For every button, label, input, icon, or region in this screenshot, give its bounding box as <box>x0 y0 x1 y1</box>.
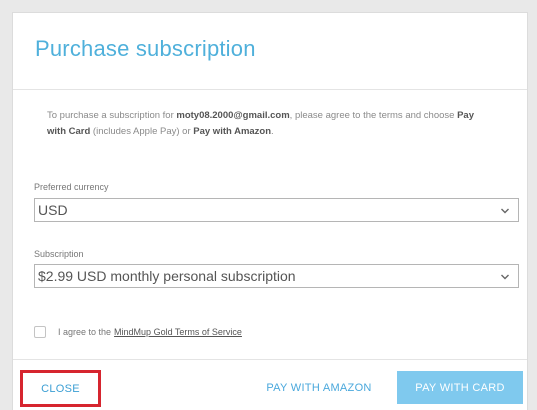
footer-divider <box>13 359 527 360</box>
chevron-down-icon <box>501 208 509 214</box>
terms-of-service-link[interactable]: MindMup Gold Terms of Service <box>114 327 242 337</box>
intro-part-1: To purchase a subscription for <box>47 110 177 121</box>
pay-with-card-button[interactable]: PAY WITH CARD <box>397 371 523 404</box>
intro-pay-amazon: Pay with Amazon <box>193 126 272 137</box>
intro-part-3: (includes Apple Pay) or <box>90 126 194 137</box>
subscription-value: $2.99 USD monthly personal subscription <box>38 268 296 284</box>
currency-select[interactable]: USD <box>34 198 519 222</box>
terms-agreement-row: I agree to the MindMup Gold Terms of Ser… <box>34 326 242 338</box>
currency-value: USD <box>38 202 68 218</box>
dialog-title: Purchase subscription <box>35 36 256 61</box>
intro-part-4: . <box>271 126 274 137</box>
terms-checkbox[interactable] <box>34 326 46 338</box>
intro-email: moty08.2000@gmail.com <box>176 110 290 121</box>
subscription-select[interactable]: $2.99 USD monthly personal subscription <box>34 264 519 288</box>
terms-agree-text: I agree to the <box>58 327 112 337</box>
purchase-subscription-dialog: Purchase subscription To purchase a subs… <box>13 13 527 410</box>
subscription-label: Subscription <box>34 249 84 259</box>
header-divider <box>13 89 527 90</box>
intro-text: To purchase a subscription for moty08.20… <box>47 108 493 140</box>
pay-with-amazon-button[interactable]: PAY WITH AMAZON <box>247 374 391 402</box>
intro-part-2: , please agree to the terms and choose <box>289 110 458 121</box>
close-button[interactable]: CLOSE <box>20 370 101 407</box>
chevron-down-icon <box>501 274 509 280</box>
currency-label: Preferred currency <box>34 182 109 192</box>
